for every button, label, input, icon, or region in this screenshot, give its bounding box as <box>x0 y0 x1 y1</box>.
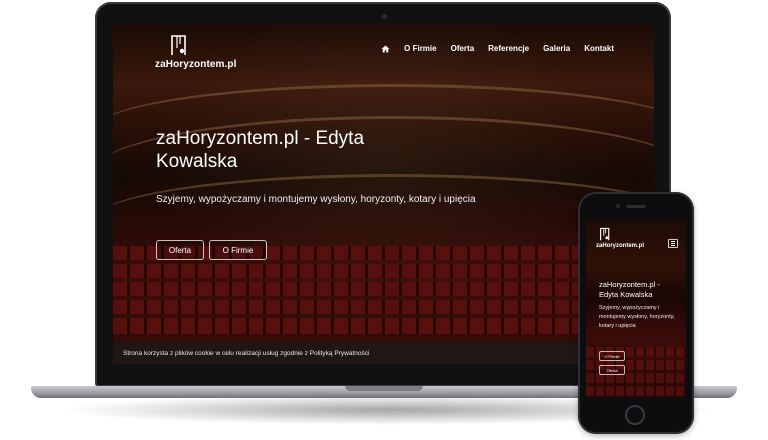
mobile-hero-title: zaHoryzontem.pl - Edyta Kowalska <box>599 280 681 300</box>
nav-item-oferta[interactable]: Oferta <box>451 44 475 53</box>
hamburger-menu-icon[interactable] <box>668 239 678 248</box>
phone-home-button <box>625 405 645 425</box>
nav-item-o-firmie[interactable]: O Firmie <box>404 44 436 53</box>
mobile-hero-title-line1: zaHoryzontem.pl - <box>599 280 660 289</box>
cookie-notice-text[interactable]: Strona korzysta z plików cookie w celu r… <box>123 350 369 357</box>
laptop-screen: zaHoryzontem.pl O Firmie Oferta Referenc… <box>113 24 654 364</box>
phone-camera <box>616 204 620 208</box>
mobile-oferta-button[interactable]: Oferta <box>599 365 625 375</box>
laptop-camera <box>382 14 387 19</box>
logo-text: zaHoryzontem.pl <box>155 59 237 70</box>
mobile-hero-subtitle: Szyjemy, wypożyczamy i montujemy wysłony… <box>599 305 675 329</box>
phone-speaker <box>626 205 646 208</box>
mobile-hero-title-line2: Edyta Kowalska <box>599 290 653 299</box>
nav-item-kontakt[interactable]: Kontakt <box>584 44 614 53</box>
phone-body: zaHoryzontem.pl zaHoryzontem.pl - Edyta … <box>578 192 694 434</box>
main-nav: O Firmie Oferta Referencje Galeria Konta… <box>381 44 614 53</box>
oferta-button[interactable]: Oferta <box>156 240 204 260</box>
hero-subtitle: Szyjemy, wypożyczamy i montujemy wysłony… <box>156 194 476 205</box>
phone-screen: zaHoryzontem.pl zaHoryzontem.pl - Edyta … <box>586 219 686 397</box>
nav-item-galeria[interactable]: Galeria <box>543 44 570 53</box>
site-logo[interactable]: zaHoryzontem.pl <box>155 34 255 74</box>
mobile-logo-text: zaHoryzontem.pl <box>596 243 645 249</box>
laptop-notch <box>345 386 423 391</box>
cookie-notice-bar: Strona korzysta z plików cookie w celu r… <box>113 342 654 364</box>
o-firmie-button[interactable]: O Firmie <box>209 240 267 260</box>
theatre-curtain-logo-icon <box>171 35 186 55</box>
home-icon[interactable] <box>381 45 390 53</box>
theatre-curtain-logo-icon[interactable] <box>600 227 610 241</box>
nav-item-referencje[interactable]: Referencje <box>488 44 529 53</box>
hero-title: zaHoryzontem.pl - Edyta Kowalska <box>156 128 365 172</box>
mobile-o-firmie-button[interactable]: O Firmie <box>599 351 625 361</box>
